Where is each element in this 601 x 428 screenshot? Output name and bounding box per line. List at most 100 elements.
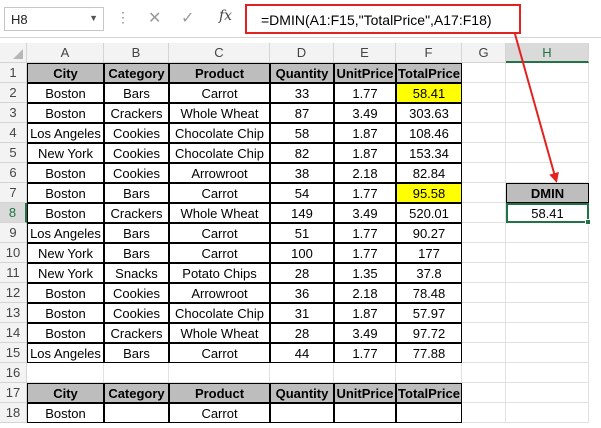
formula-input[interactable]: =DMIN(A1:F15,"TotalPrice",A17:F18) bbox=[245, 4, 521, 34]
table-cell[interactable]: Bars bbox=[104, 243, 169, 263]
table-cell[interactable]: 303.63 bbox=[396, 103, 462, 123]
table-cell[interactable]: Chocolate Chip bbox=[169, 143, 270, 163]
cell[interactable] bbox=[169, 363, 270, 383]
table-cell[interactable]: Crackers bbox=[104, 323, 169, 343]
enter-icon[interactable]: ✓ bbox=[181, 8, 194, 28]
column-header-a[interactable]: A bbox=[27, 43, 104, 63]
row-header-4[interactable]: 4 bbox=[0, 123, 27, 143]
table-cell[interactable]: 36 bbox=[270, 283, 334, 303]
table-cell[interactable]: 100 bbox=[270, 243, 334, 263]
table-cell[interactable]: 38 bbox=[270, 163, 334, 183]
table-cell[interactable]: Potato Chips bbox=[169, 263, 270, 283]
select-all-corner[interactable] bbox=[0, 43, 27, 63]
table-cell[interactable]: 1.77 bbox=[334, 223, 396, 243]
row-header-5[interactable]: 5 bbox=[0, 143, 27, 163]
table-header-cell[interactable]: UnitPrice bbox=[334, 63, 396, 83]
table-cell[interactable]: Los Angeles bbox=[27, 123, 104, 143]
column-header-c[interactable]: C bbox=[169, 43, 270, 63]
criteria-cell[interactable]: Boston bbox=[27, 403, 104, 423]
cell[interactable] bbox=[506, 103, 589, 123]
table-cell[interactable]: 44 bbox=[270, 343, 334, 363]
row-header-8[interactable]: 8 bbox=[0, 203, 27, 223]
cell[interactable] bbox=[506, 363, 589, 383]
cell[interactable] bbox=[506, 323, 589, 343]
cell[interactable] bbox=[506, 403, 589, 423]
table-cell[interactable]: Boston bbox=[27, 103, 104, 123]
table-cell[interactable]: 149 bbox=[270, 203, 334, 223]
row-header-7[interactable]: 7 bbox=[0, 183, 27, 203]
row-header-1[interactable]: 1 bbox=[0, 63, 27, 83]
table-cell[interactable]: Crackers bbox=[104, 203, 169, 223]
insert-function-icon[interactable]: fx bbox=[219, 8, 232, 24]
table-cell[interactable]: 51 bbox=[270, 223, 334, 243]
cell[interactable] bbox=[506, 163, 589, 183]
table-cell[interactable]: Bars bbox=[104, 223, 169, 243]
row-header-9[interactable]: 9 bbox=[0, 223, 27, 243]
cell[interactable] bbox=[396, 363, 462, 383]
cancel-icon[interactable]: ✕ bbox=[148, 8, 161, 28]
column-header-d[interactable]: D bbox=[270, 43, 334, 63]
criteria-cell[interactable] bbox=[396, 403, 462, 423]
dmin-result-cell[interactable]: 58.41 bbox=[506, 203, 589, 223]
table-header-cell[interactable]: Category bbox=[104, 63, 169, 83]
criteria-cell[interactable] bbox=[270, 403, 334, 423]
table-cell[interactable]: 3.49 bbox=[334, 323, 396, 343]
table-cell[interactable]: 28 bbox=[270, 263, 334, 283]
table-cell[interactable]: 33 bbox=[270, 83, 334, 103]
row-header-13[interactable]: 13 bbox=[0, 303, 27, 323]
cell[interactable] bbox=[462, 163, 506, 183]
table-cell[interactable]: Whole Wheat bbox=[169, 103, 270, 123]
table-cell[interactable]: 3.49 bbox=[334, 203, 396, 223]
cell[interactable] bbox=[462, 343, 506, 363]
row-header-6[interactable]: 6 bbox=[0, 163, 27, 183]
cell[interactable] bbox=[506, 303, 589, 323]
table-cell[interactable]: New York bbox=[27, 143, 104, 163]
table-cell[interactable]: Los Angeles bbox=[27, 223, 104, 243]
cell[interactable] bbox=[462, 363, 506, 383]
cell[interactable] bbox=[462, 183, 506, 203]
cell[interactable] bbox=[334, 363, 396, 383]
table-cell[interactable]: 97.72 bbox=[396, 323, 462, 343]
table-cell[interactable]: 82.84 bbox=[396, 163, 462, 183]
column-header-f[interactable]: F bbox=[396, 43, 462, 63]
cell[interactable] bbox=[462, 203, 506, 223]
table-cell[interactable]: 54 bbox=[270, 183, 334, 203]
table-cell[interactable]: Boston bbox=[27, 163, 104, 183]
table-cell[interactable]: Carrot bbox=[169, 243, 270, 263]
cell[interactable] bbox=[506, 243, 589, 263]
table-cell[interactable]: 87 bbox=[270, 103, 334, 123]
cell[interactable] bbox=[506, 343, 589, 363]
table-cell[interactable]: New York bbox=[27, 263, 104, 283]
table-cell[interactable]: 1.77 bbox=[334, 243, 396, 263]
table-header-cell[interactable]: Product bbox=[169, 63, 270, 83]
cell[interactable] bbox=[462, 263, 506, 283]
cell[interactable] bbox=[506, 63, 589, 83]
table-cell[interactable]: 82 bbox=[270, 143, 334, 163]
table-cell[interactable]: 58.41 bbox=[396, 83, 462, 103]
row-header-2[interactable]: 2 bbox=[0, 83, 27, 103]
table-cell[interactable]: 37.8 bbox=[396, 263, 462, 283]
table-cell[interactable]: 1.87 bbox=[334, 303, 396, 323]
table-cell[interactable]: 1.87 bbox=[334, 123, 396, 143]
table-cell[interactable]: 77.88 bbox=[396, 343, 462, 363]
table-cell[interactable]: 153.34 bbox=[396, 143, 462, 163]
table-cell[interactable]: Boston bbox=[27, 203, 104, 223]
row-header-16[interactable]: 16 bbox=[0, 363, 27, 383]
cell[interactable] bbox=[104, 363, 169, 383]
table-cell[interactable]: Boston bbox=[27, 283, 104, 303]
table-cell[interactable]: Carrot bbox=[169, 183, 270, 203]
criteria-header-cell[interactable]: TotalPrice bbox=[396, 383, 462, 403]
table-header-cell[interactable]: TotalPrice bbox=[396, 63, 462, 83]
table-cell[interactable]: Cookies bbox=[104, 123, 169, 143]
criteria-cell[interactable] bbox=[334, 403, 396, 423]
table-cell[interactable]: 58 bbox=[270, 123, 334, 143]
cell[interactable] bbox=[462, 63, 506, 83]
cell[interactable] bbox=[462, 83, 506, 103]
table-cell[interactable]: Whole Wheat bbox=[169, 203, 270, 223]
table-cell[interactable]: 90.27 bbox=[396, 223, 462, 243]
table-header-cell[interactable]: Quantity bbox=[270, 63, 334, 83]
row-header-3[interactable]: 3 bbox=[0, 103, 27, 123]
table-cell[interactable]: 1.77 bbox=[334, 343, 396, 363]
table-cell[interactable]: Boston bbox=[27, 183, 104, 203]
table-cell[interactable]: 1.35 bbox=[334, 263, 396, 283]
